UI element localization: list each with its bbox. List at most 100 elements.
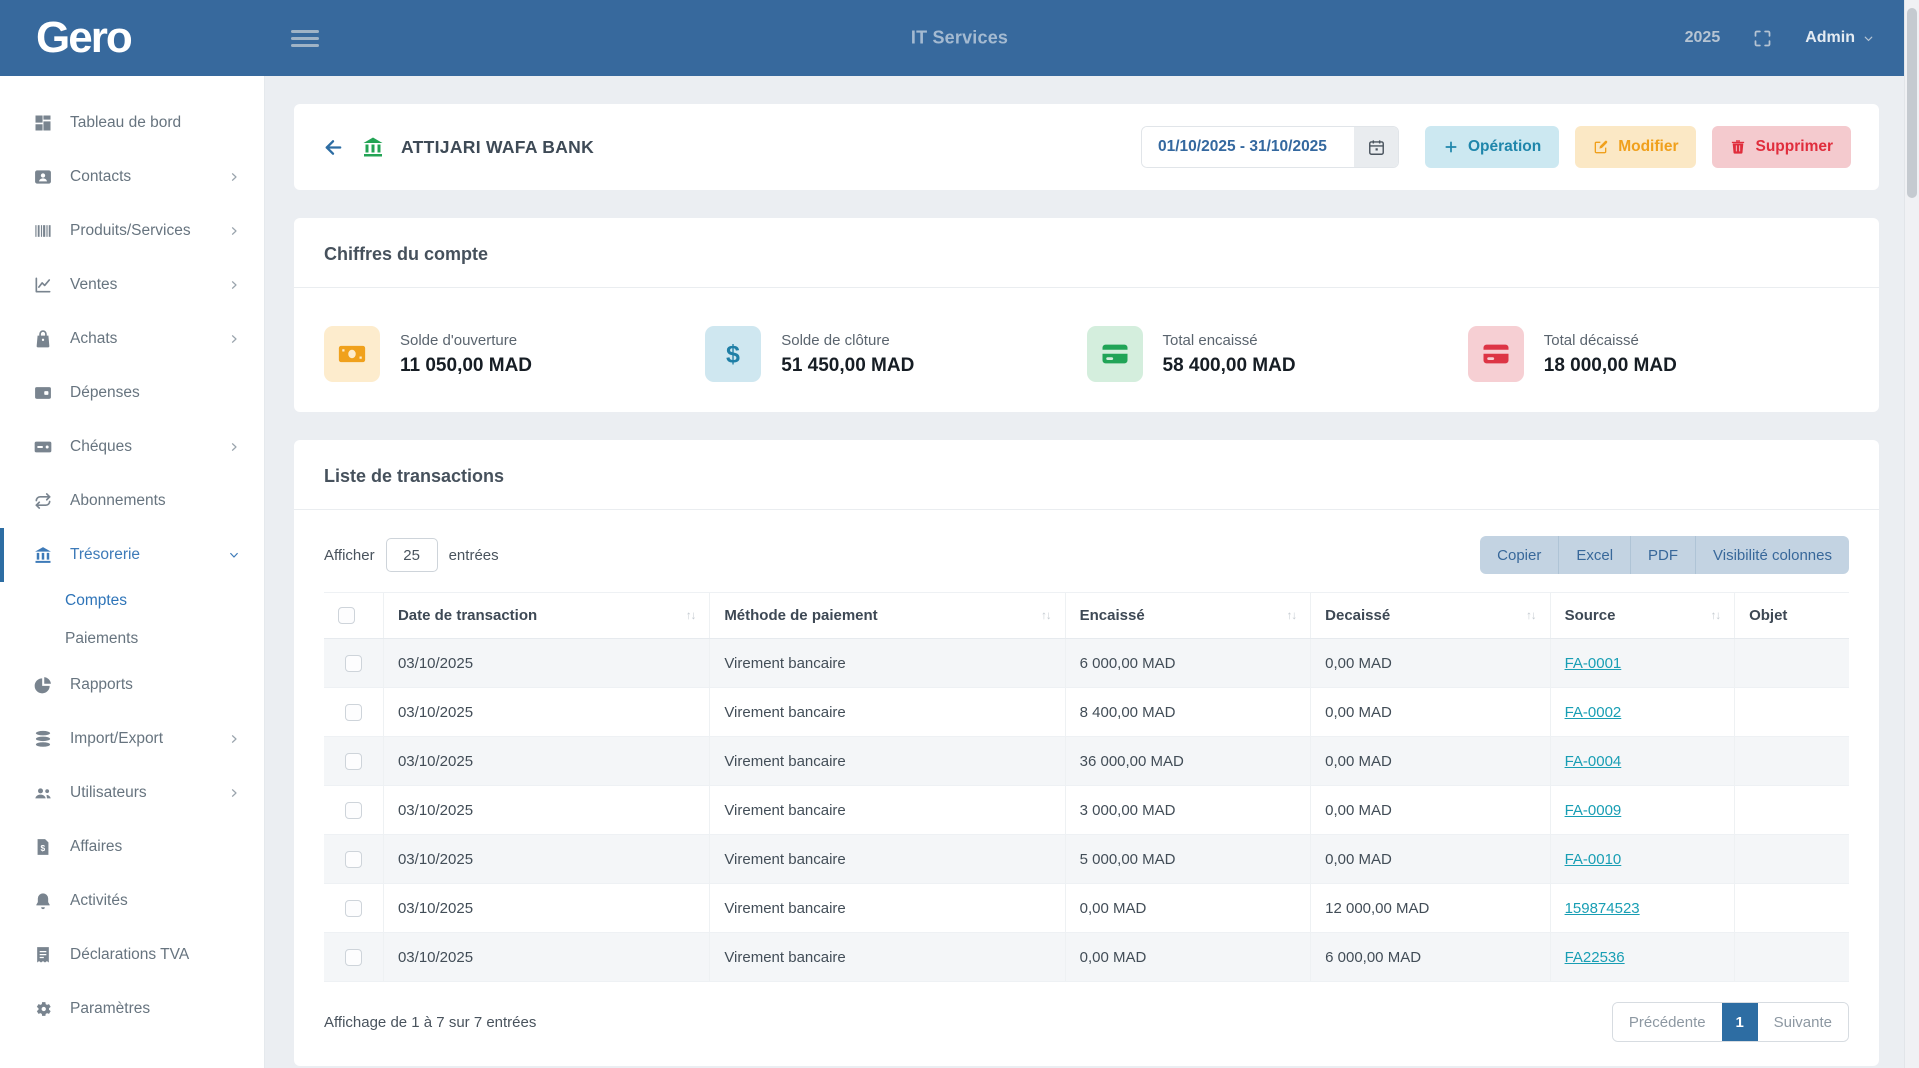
transactions-card: Liste de transactions Afficher entrées C…: [294, 440, 1879, 1066]
sidebar-item-utilisateurs[interactable]: Utilisateurs: [0, 766, 264, 820]
date-range-group: [1141, 126, 1399, 168]
column-header-methode-de-paiement[interactable]: Méthode de paiement↑↓: [710, 593, 1065, 639]
column-label: Encaissé: [1080, 607, 1145, 624]
sidebar-item-import-export[interactable]: Import/Export: [0, 712, 264, 766]
cell-text: 03/10/2025: [398, 802, 473, 819]
sidebar-item-label: Abonnements: [70, 492, 240, 510]
cell-text: 0,00 MAD: [1325, 802, 1392, 819]
source-link[interactable]: FA-0009: [1565, 802, 1622, 819]
source-link[interactable]: FA-0002: [1565, 704, 1622, 721]
select-all-checkbox[interactable]: [338, 607, 355, 624]
top-navbar: Gero IT Services 2025 Admin: [0, 0, 1919, 76]
app-logo[interactable]: Gero: [36, 13, 131, 62]
sidebar-item-tableau-de-bord[interactable]: Tableau de bord: [0, 96, 264, 150]
source-link[interactable]: FA-0010: [1565, 851, 1622, 868]
back-arrow-icon[interactable]: [322, 136, 345, 159]
hamburger-menu-icon[interactable]: [291, 26, 319, 51]
cell-object: [1735, 786, 1849, 835]
sidebar-item-affaires[interactable]: $Affaires: [0, 820, 264, 874]
calendar-icon[interactable]: [1354, 127, 1398, 167]
sidebar-item-produits-services[interactable]: Produits/Services: [0, 204, 264, 258]
sidebar-subitem-comptes[interactable]: Comptes: [0, 582, 264, 620]
cheque-icon: [33, 437, 53, 457]
row-checkbox[interactable]: [345, 851, 362, 868]
cell-spent: 6 000,00 MAD: [1311, 933, 1550, 982]
sidebar-item-tresorerie[interactable]: Trésorerie: [0, 528, 264, 582]
user-menu[interactable]: Admin: [1805, 29, 1875, 47]
sidebar-subitem-paiements[interactable]: Paiements: [0, 620, 264, 658]
page-scrollbar[interactable]: [1904, 0, 1919, 1068]
sidebar-item-declarations-tva[interactable]: Déclarations TVA: [0, 928, 264, 982]
stat-total-encaisse: Total encaissé58 400,00 MAD: [1087, 326, 1468, 382]
stat-value: 18 000,00 MAD: [1544, 355, 1677, 377]
cell-object: [1735, 737, 1849, 786]
cell-method: Virement bancaire: [710, 884, 1065, 933]
sidebar-item-label: Dépenses: [70, 384, 240, 402]
sidebar-item-cheques[interactable]: Chéques: [0, 420, 264, 474]
export-copier-button[interactable]: Copier: [1480, 536, 1559, 574]
row-checkbox[interactable]: [345, 753, 362, 770]
table-footer: Affichage de 1 à 7 sur 7 entrées Précéde…: [324, 1002, 1849, 1042]
chevron-right-icon: [228, 279, 240, 291]
row-checkbox[interactable]: [345, 802, 362, 819]
page-size-input[interactable]: [386, 538, 438, 572]
sidebar-item-rapports[interactable]: Rapports: [0, 658, 264, 712]
column-header-encaisse[interactable]: Encaissé↑↓: [1065, 593, 1311, 639]
chevron-down-icon: [228, 549, 240, 561]
sidebar-item-achats[interactable]: Achats: [0, 312, 264, 366]
row-checkbox[interactable]: [345, 655, 362, 672]
source-link[interactable]: FA-0001: [1565, 655, 1622, 672]
export-excel-button[interactable]: Excel: [1559, 536, 1631, 574]
column-label: Date de transaction: [398, 607, 537, 624]
current-page-button[interactable]: 1: [1722, 1003, 1758, 1041]
export-pdf-button[interactable]: PDF: [1631, 536, 1696, 574]
entries-label: entrées: [449, 547, 499, 564]
source-link[interactable]: FA22536: [1565, 949, 1625, 966]
sidebar-item-label: Chéques: [70, 438, 211, 456]
sidebar-subitem-label: Comptes: [65, 592, 127, 610]
figures-title: Chiffres du compte: [324, 244, 1849, 265]
sidebar-item-ventes[interactable]: Ventes: [0, 258, 264, 312]
receipt-icon: [33, 945, 53, 965]
modify-label: Modifier: [1618, 138, 1678, 156]
row-checkbox[interactable]: [345, 949, 362, 966]
delete-button[interactable]: Supprimer: [1712, 126, 1851, 168]
previous-page-button[interactable]: Précédente: [1613, 1003, 1722, 1041]
row-checkbox[interactable]: [345, 900, 362, 917]
cell-text: Virement bancaire: [724, 753, 845, 770]
add-operation-button[interactable]: Opération: [1425, 126, 1559, 168]
column-header-source[interactable]: Source↑↓: [1550, 593, 1735, 639]
sidebar-item-label: Paramètres: [70, 1000, 240, 1018]
sidebar-item-parametres[interactable]: Paramètres: [0, 982, 264, 1036]
modify-button[interactable]: Modifier: [1575, 126, 1696, 168]
fullscreen-icon[interactable]: [1752, 28, 1773, 49]
year-selector[interactable]: 2025: [1685, 29, 1721, 47]
pagination: Précédente 1 Suivante: [1612, 1002, 1849, 1042]
gear-icon: [33, 999, 53, 1019]
chevron-right-icon: [228, 733, 240, 745]
cell-received: 0,00 MAD: [1065, 884, 1311, 933]
cell-method: Virement bancaire: [710, 933, 1065, 982]
cell-received: 0,00 MAD: [1065, 933, 1311, 982]
sidebar-item-depenses[interactable]: Dépenses: [0, 366, 264, 420]
next-page-button[interactable]: Suivante: [1758, 1003, 1848, 1041]
cell-spent: 0,00 MAD: [1311, 639, 1550, 688]
column-header-objet[interactable]: Objet: [1735, 593, 1849, 639]
scrollbar-thumb[interactable]: [1907, 8, 1917, 198]
date-range-input[interactable]: [1142, 127, 1354, 167]
show-label: Afficher: [324, 547, 375, 564]
source-link[interactable]: 159874523: [1565, 900, 1640, 917]
sidebar-item-abonnements[interactable]: Abonnements: [0, 474, 264, 528]
sidebar-item-activites[interactable]: Activités: [0, 874, 264, 928]
row-checkbox[interactable]: [345, 704, 362, 721]
column-header-date-de-transaction[interactable]: Date de transaction↑↓: [383, 593, 709, 639]
cell-method: Virement bancaire: [710, 786, 1065, 835]
sidebar-item-contacts[interactable]: Contacts: [0, 150, 264, 204]
source-link[interactable]: FA-0004: [1565, 753, 1622, 770]
edit-pencil-icon: [1593, 139, 1609, 155]
table-row: 03/10/2025Virement bancaire0,00 MAD12 00…: [324, 884, 1849, 933]
cell-received: 3 000,00 MAD: [1065, 786, 1311, 835]
trash-icon: [1730, 139, 1746, 155]
export-visibilite-colonnes-button[interactable]: Visibilité colonnes: [1696, 536, 1849, 574]
column-header-decaisse[interactable]: Decaissé↑↓: [1311, 593, 1550, 639]
